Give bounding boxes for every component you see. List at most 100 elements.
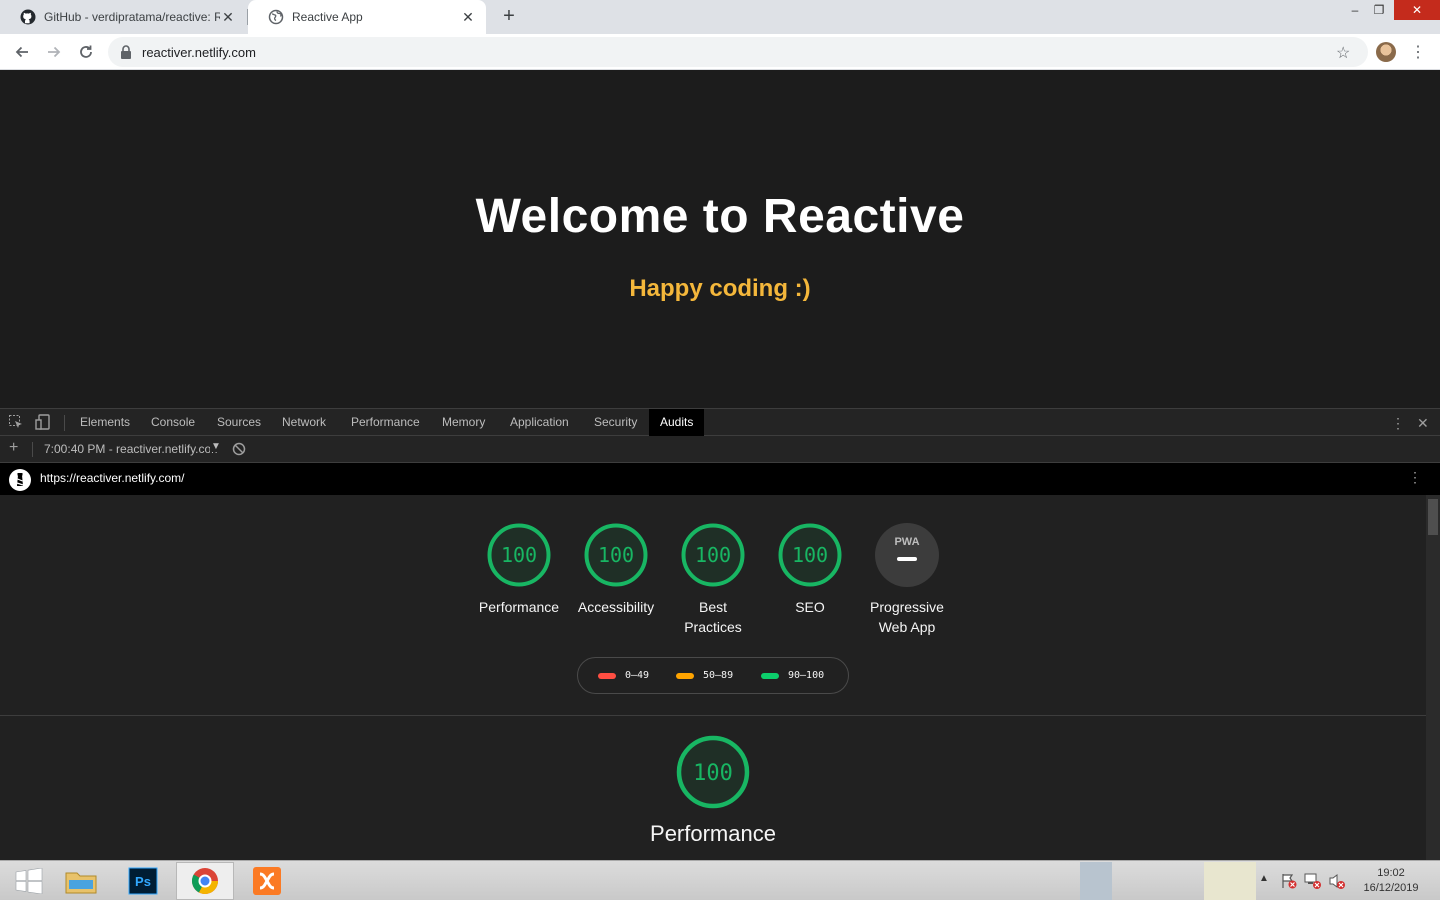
- section-divider: [0, 715, 1426, 716]
- gauge-label: Best Practices: [658, 597, 768, 637]
- gauge-best-practices[interactable]: 100 Best Practices: [658, 523, 768, 637]
- report-selector[interactable]: 7:00:40 PM - reactiver.netlify.com: [44, 442, 218, 456]
- xampp-button[interactable]: [238, 862, 296, 900]
- legend-item-fail: 0–49: [598, 670, 649, 681]
- forward-arrow-icon[interactable]: [44, 42, 64, 62]
- devtools-tab-sources[interactable]: Sources: [206, 409, 272, 436]
- devtools-tab-memory[interactable]: Memory: [431, 409, 496, 436]
- dropdown-arrow-icon[interactable]: ▼: [210, 441, 221, 452]
- browser-toolbar: reactiver.netlify.com ☆ ⋮: [0, 34, 1440, 70]
- reload-icon[interactable]: [76, 42, 96, 62]
- devtools-tab-bar: Elements Console Sources Network Perform…: [0, 408, 1440, 436]
- taskbar-highlight: [1204, 862, 1256, 900]
- network-icon[interactable]: [1304, 872, 1322, 890]
- volume-muted-icon[interactable]: [1328, 872, 1346, 890]
- profile-avatar[interactable]: [1376, 42, 1396, 62]
- devtools-tab-security[interactable]: Security: [583, 409, 648, 436]
- browser-menu-icon[interactable]: ⋮: [1410, 42, 1426, 62]
- page-subtitle: Happy coding :): [629, 275, 811, 302]
- pwa-badge-icon: PWA: [875, 523, 939, 587]
- gauge-label-line1: Best: [698, 599, 727, 615]
- gauge-label-line1: SEO: [795, 599, 825, 615]
- toolbar-divider: [32, 442, 33, 457]
- tab-reactive-app[interactable]: Reactive App ✕: [248, 0, 486, 34]
- svg-text:Ps: Ps: [135, 874, 151, 889]
- start-button[interactable]: [0, 862, 58, 900]
- gauge-label: Accessibility: [561, 597, 671, 617]
- report-menu-icon[interactable]: ⋮: [1408, 469, 1422, 486]
- gauge-performance[interactable]: 100 Performance: [464, 523, 574, 617]
- page-title: Welcome to Reactive: [475, 190, 965, 243]
- score-legend: 0–49 50–89 90–100: [577, 657, 849, 694]
- gauge-score: 100: [501, 543, 537, 567]
- windows-logo-icon: [15, 868, 43, 894]
- bookmark-star-icon[interactable]: ☆: [1336, 43, 1350, 63]
- windows-taskbar: Ps ▲ 19:02 16/12/2019: [0, 860, 1440, 900]
- back-arrow-icon[interactable]: [12, 42, 32, 62]
- photoshop-button[interactable]: Ps: [114, 862, 172, 900]
- action-center-flag-icon[interactable]: [1280, 872, 1298, 890]
- system-clock[interactable]: 19:02 16/12/2019: [1356, 866, 1426, 896]
- address-bar[interactable]: reactiver.netlify.com ☆: [108, 37, 1368, 67]
- devtools-tab-elements[interactable]: Elements: [69, 409, 141, 436]
- gauge-label-line1: Performance: [478, 599, 560, 615]
- gauge-label: Performance: [464, 597, 574, 617]
- tab-github[interactable]: GitHub - verdipratama/reactive: R ✕: [0, 0, 246, 34]
- gauge-label-line1: Progressive: [870, 599, 944, 615]
- lighthouse-topbar: https://reactiver.netlify.com/ ⋮: [0, 463, 1440, 495]
- clear-reports-icon[interactable]: [232, 442, 246, 456]
- xampp-icon: [253, 867, 281, 895]
- devtools-tab-application[interactable]: Application: [499, 409, 580, 436]
- file-explorer-button[interactable]: [52, 862, 110, 900]
- devtools-tab-console[interactable]: Console: [140, 409, 206, 436]
- devtools-close-icon[interactable]: ✕: [1417, 415, 1429, 432]
- legend-range: 90–100: [788, 670, 825, 681]
- gauge-score: 100: [598, 543, 634, 567]
- audited-url[interactable]: https://reactiver.netlify.com/: [40, 471, 185, 485]
- devtools-divider: [64, 415, 65, 431]
- score-gauge-ring: 100: [487, 523, 551, 587]
- chrome-button[interactable]: [176, 862, 234, 900]
- inspect-element-icon[interactable]: [8, 414, 24, 430]
- legend-range: 50–89: [703, 670, 734, 681]
- section-score: 100: [693, 761, 733, 786]
- score-gauge-ring: 100: [778, 523, 842, 587]
- performance-section-gauge: 100: [676, 735, 750, 809]
- close-icon[interactable]: ✕: [220, 9, 236, 25]
- legend-swatch: [761, 672, 779, 679]
- photoshop-icon: Ps: [128, 867, 158, 895]
- gauge-accessibility[interactable]: 100 Accessibility: [561, 523, 671, 617]
- gauge-seo[interactable]: 100 SEO: [755, 523, 865, 617]
- tab-title: GitHub - verdipratama/reactive: R: [44, 10, 220, 24]
- lock-icon: [121, 45, 131, 59]
- new-tab-button[interactable]: +: [498, 6, 520, 28]
- scrollbar-thumb[interactable]: [1428, 499, 1438, 535]
- taskbar-highlight: [1080, 862, 1112, 900]
- url-text: reactiver.netlify.com: [142, 45, 256, 60]
- gauge-label-line2: Web App: [878, 619, 936, 635]
- gauge-pwa[interactable]: PWA Progressive Web App: [852, 523, 962, 637]
- new-audit-plus-icon[interactable]: +: [9, 439, 18, 457]
- devtools-tab-audits[interactable]: Audits: [649, 409, 705, 436]
- report-scrollbar[interactable]: [1426, 495, 1440, 860]
- chrome-icon: [191, 868, 218, 894]
- window-close-icon[interactable]: ✕: [1394, 0, 1440, 20]
- devtools-tab-network[interactable]: Network: [271, 409, 337, 436]
- tray-expand-icon[interactable]: ▲: [1259, 873, 1269, 884]
- devtools-menu-icon[interactable]: ⋮: [1391, 415, 1405, 432]
- gauge-label-line1: Accessibility: [577, 599, 655, 615]
- lighthouse-logo-icon: [9, 469, 31, 491]
- device-toolbar-icon[interactable]: [35, 414, 51, 430]
- restore-icon[interactable]: ❐: [1364, 0, 1394, 20]
- score-gauge-ring: 100: [681, 523, 745, 587]
- browser-tab-strip: GitHub - verdipratama/reactive: R ✕ Reac…: [0, 0, 1440, 34]
- devtools-tab-performance[interactable]: Performance: [340, 409, 431, 436]
- legend-range: 0–49: [625, 670, 650, 681]
- gauge-score: 100: [792, 543, 828, 567]
- score-gauge-ring: 100: [584, 523, 648, 587]
- gauge-label: SEO: [755, 597, 865, 617]
- close-icon[interactable]: ✕: [460, 9, 476, 25]
- audits-toolbar: + 7:00:40 PM - reactiver.netlify.com ▼: [0, 436, 1440, 463]
- legend-swatch: [676, 672, 694, 679]
- gauge-score: 100: [695, 543, 731, 567]
